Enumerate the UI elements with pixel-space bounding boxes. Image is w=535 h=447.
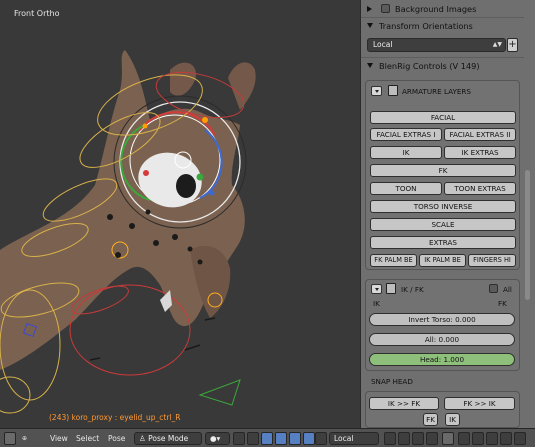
3d-viewport[interactable]: Front Ortho (243) koro_proxy : eyelid_up… bbox=[0, 0, 360, 428]
layer-ik-button[interactable]: IK bbox=[370, 146, 442, 159]
transform-orientations-header[interactable]: Transform Orientations bbox=[361, 17, 524, 34]
blenrig-controls-label: BlenRig Controls (V 149) bbox=[379, 60, 480, 71]
menu-select[interactable]: Select bbox=[76, 432, 99, 445]
manipulator-toggle-icon[interactable] bbox=[261, 432, 273, 445]
pose-copy-icon[interactable] bbox=[458, 432, 470, 445]
translate-manipulator-icon[interactable] bbox=[275, 432, 287, 445]
add-orientation-button[interactable]: + bbox=[507, 38, 518, 52]
bone-icon bbox=[386, 283, 396, 294]
layer-fk-button[interactable]: FK bbox=[370, 164, 516, 177]
pivot-mode-icon[interactable] bbox=[247, 432, 259, 445]
layer-extras-button[interactable]: EXTRAS bbox=[370, 236, 516, 249]
updown-arrow-icon: ▲▼ bbox=[492, 41, 502, 48]
layer-fingers-button[interactable]: FINGERS HI bbox=[468, 254, 516, 267]
mode-dropdown[interactable]: ♙ Pose Mode bbox=[134, 432, 202, 445]
menu-pose[interactable]: Pose bbox=[108, 432, 125, 445]
rotate-manipulator-icon[interactable] bbox=[289, 432, 301, 445]
layers-block-1-icon[interactable] bbox=[384, 432, 396, 445]
layer-toon-button[interactable]: TOON bbox=[370, 182, 442, 195]
scale-manipulator-icon[interactable] bbox=[303, 432, 315, 445]
layer-fk-palm-button[interactable]: FK PALM BE bbox=[370, 254, 417, 267]
background-images-checkbox[interactable] bbox=[381, 4, 390, 13]
properties-panel: Background Images Transform Orientations… bbox=[360, 0, 535, 428]
layers-block-4-icon[interactable] bbox=[426, 432, 438, 445]
layer-facial-extras-1-button[interactable]: FACIAL EXTRAS I bbox=[370, 128, 442, 141]
pivot-point-icon[interactable] bbox=[233, 432, 245, 445]
layers-block-3-icon[interactable] bbox=[412, 432, 424, 445]
transform-orientation-dropdown[interactable]: Local bbox=[329, 432, 379, 445]
layer-toon-extras-button[interactable]: TOON EXTRAS bbox=[444, 182, 516, 195]
ik-side-label: IK bbox=[373, 299, 380, 308]
blenrig-controls-header[interactable]: BlenRig Controls (V 149) bbox=[361, 57, 524, 74]
orientation-dropdown-value: Local bbox=[373, 40, 393, 49]
pose-mode-icon: ♙ bbox=[139, 434, 149, 443]
opengl-animation-icon[interactable] bbox=[514, 432, 526, 445]
mode-label: Pose Mode bbox=[148, 434, 189, 443]
collapse-arrow-icon bbox=[367, 63, 373, 68]
lock-icon[interactable] bbox=[442, 432, 454, 445]
snap-ik-to-fk-button[interactable]: IK >> FK bbox=[369, 397, 439, 410]
orientation-dropdown[interactable]: Local ▲▼ bbox=[367, 38, 506, 52]
armature-layers-toggle[interactable] bbox=[371, 86, 382, 96]
head-ikfk-slider[interactable]: Head: 1.000 bbox=[369, 353, 515, 366]
background-images-label: Background Images bbox=[395, 3, 477, 14]
viewport-header: ⊕ View Select Pose ♙ Pose Mode ●▾ Local bbox=[0, 428, 535, 447]
invert-torso-slider[interactable]: Invert Torso: 0.000 bbox=[369, 313, 515, 326]
character-mesh bbox=[0, 50, 245, 370]
expand-arrow-icon bbox=[367, 5, 375, 12]
ikfk-all-checkbox[interactable] bbox=[489, 284, 498, 293]
panel-scrollbar[interactable] bbox=[525, 170, 530, 300]
opengl-render-icon[interactable] bbox=[500, 432, 512, 445]
collapse-arrow-icon bbox=[367, 23, 373, 28]
header-toggle-icon[interactable]: ⊕ bbox=[22, 432, 27, 445]
armature-layers-title: ARMATURE LAYERS bbox=[402, 87, 471, 96]
snap-fk-to-ik-button[interactable]: FK >> IK bbox=[444, 397, 515, 410]
armature-icon bbox=[388, 85, 398, 96]
transform-orientations-label: Transform Orientations bbox=[379, 20, 473, 31]
fk-side-label: FK bbox=[498, 299, 507, 308]
layer-ik-palm-button[interactable]: IK PALM BE bbox=[419, 254, 466, 267]
active-object-status: (243) koro_proxy : eyelid_up_ctrl_R bbox=[49, 413, 181, 422]
all-ikfk-slider[interactable]: All: 0.000 bbox=[369, 333, 515, 346]
layer-torso-inverse-button[interactable]: TORSO INVERSE bbox=[370, 200, 516, 213]
snap-head-label: SNAP HEAD bbox=[371, 377, 413, 386]
shading-dropdown[interactable]: ●▾ bbox=[205, 432, 230, 445]
viewport-title: Front Ortho bbox=[14, 9, 60, 18]
ikfk-title: IK / FK bbox=[401, 285, 424, 294]
layer-facial-extras-2-button[interactable]: FACIAL EXTRAS II bbox=[444, 128, 516, 141]
ikfk-toggle[interactable] bbox=[371, 284, 382, 294]
snap-ik-button[interactable]: IK bbox=[445, 413, 460, 426]
viewport-scene bbox=[0, 50, 256, 414]
editor-type-icon[interactable] bbox=[4, 432, 16, 445]
layers-block-2-icon[interactable] bbox=[398, 432, 410, 445]
layer-scale-button[interactable]: SCALE bbox=[370, 218, 516, 231]
manipulator-space-icon[interactable] bbox=[315, 432, 327, 445]
layer-ik-extras-button[interactable]: IK EXTRAS bbox=[444, 146, 516, 159]
snap-fk-button[interactable]: FK bbox=[423, 413, 438, 426]
menu-view[interactable]: View bbox=[50, 432, 68, 445]
solid-shading-icon: ●▾ bbox=[210, 434, 221, 443]
ikfk-all-label: All bbox=[503, 285, 512, 294]
transform-orientation-label: Local bbox=[334, 434, 354, 443]
background-images-header[interactable]: Background Images bbox=[361, 0, 524, 17]
layer-facial-button[interactable]: FACIAL bbox=[370, 111, 516, 124]
pose-paste-icon[interactable] bbox=[472, 432, 484, 445]
pose-paste-flipped-icon[interactable] bbox=[486, 432, 498, 445]
armature-layers-box: ARMATURE LAYERS FACIAL FACIAL EXTRAS I F… bbox=[365, 80, 520, 270]
